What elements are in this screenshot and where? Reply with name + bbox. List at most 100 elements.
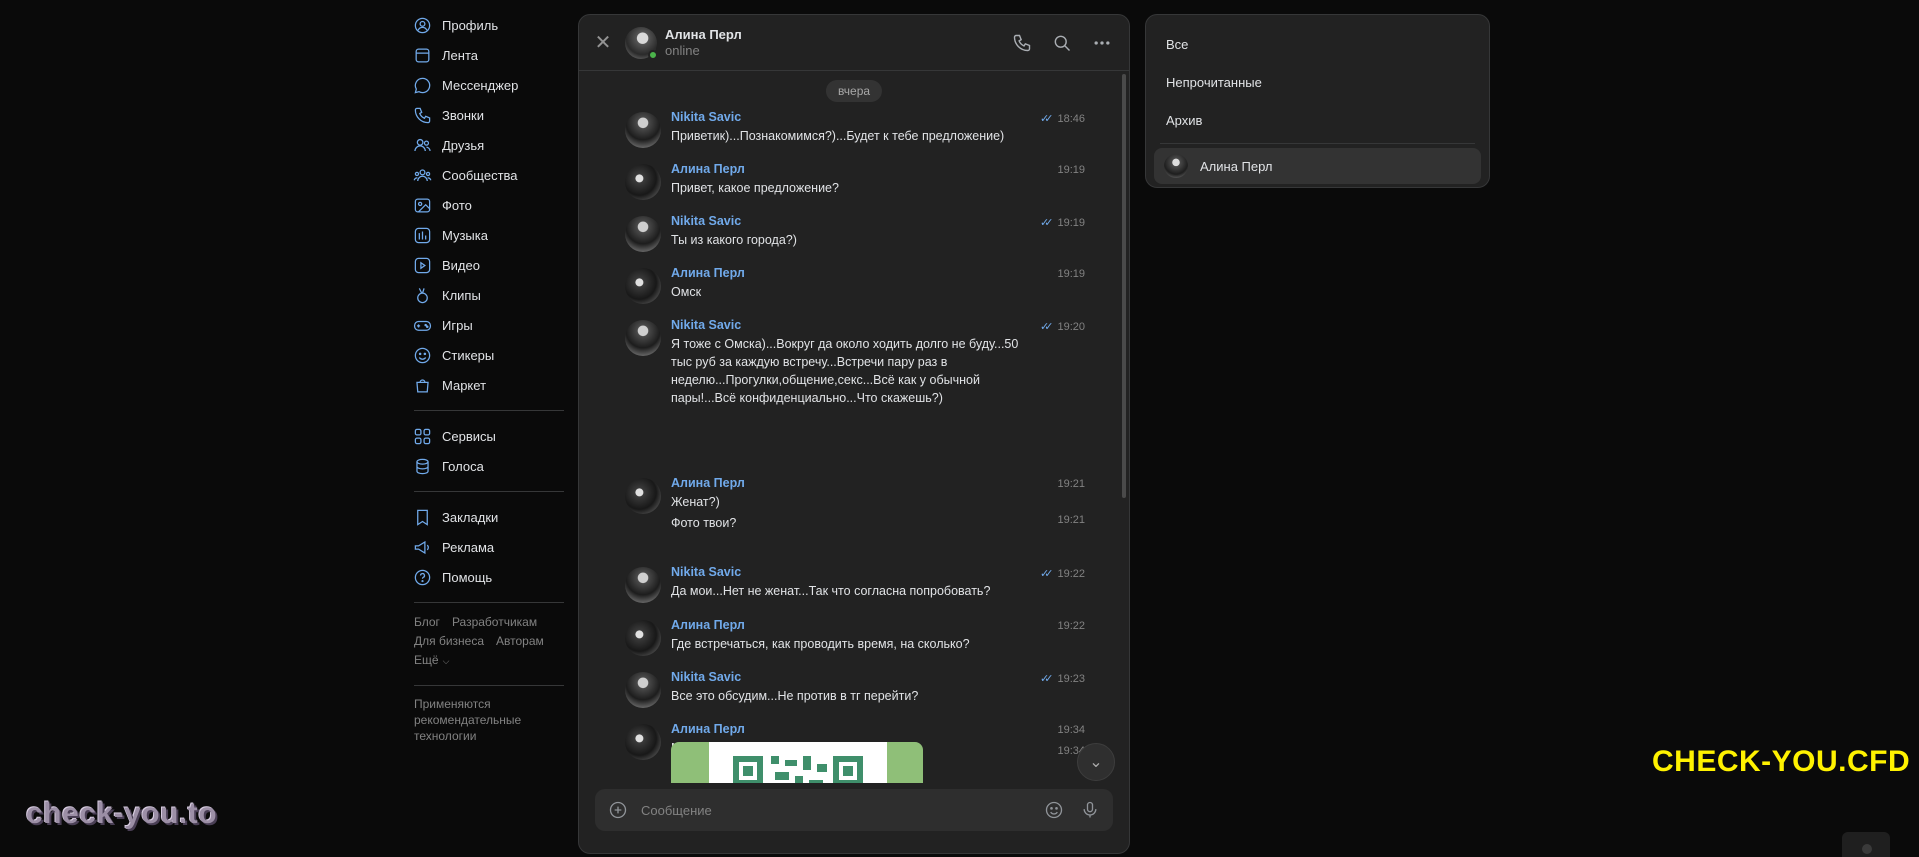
avatar[interactable] <box>625 567 661 603</box>
nav-item-photo[interactable]: Фото <box>412 190 572 220</box>
message[interactable]: Nikita Savic Приветик)...Познакомимся?)..… <box>625 110 1085 150</box>
message[interactable]: Алина Перл Женат?) 19:21 <box>625 476 1085 516</box>
avatar[interactable] <box>625 620 661 656</box>
message[interactable]: Nikita Savic Да мои...Нет не женат...Так … <box>625 565 1085 605</box>
authors-link[interactable]: Авторам <box>496 634 544 648</box>
nav-item-feed[interactable]: Лента <box>412 40 572 70</box>
avatar[interactable] <box>625 112 661 148</box>
photo-icon <box>412 195 432 215</box>
nav-item-profile[interactable]: Профиль <box>412 10 572 40</box>
nav-item-music[interactable]: Музыка <box>412 220 572 250</box>
message-author[interactable]: Nikita Savic <box>671 670 741 684</box>
scroll-down-button[interactable]: ⌄ <box>1077 743 1115 781</box>
nav-item-bookmark[interactable]: Закладки <box>412 502 572 532</box>
nav-item-communities[interactable]: Сообщества <box>412 160 572 190</box>
profile-icon <box>412 15 432 35</box>
message-author[interactable]: Nikita Savic <box>671 318 741 332</box>
attach-plus-icon[interactable] <box>605 797 631 823</box>
nav-item-market[interactable]: Маркет <box>412 370 572 400</box>
more-icon[interactable] <box>1089 30 1115 56</box>
developers-link[interactable]: Разработчикам <box>452 615 537 629</box>
header-actions <box>1009 30 1115 56</box>
close-icon[interactable]: ✕ <box>589 29 617 57</box>
message[interactable]: Алина Перл Привет, какое предложение? 19:1… <box>625 162 1085 202</box>
message-history[interactable]: вчера Nikita Savic Приветик)...Познакомим… <box>579 72 1129 783</box>
avatar <box>1164 154 1188 178</box>
conversation-item[interactable]: Алина Перл <box>1154 148 1481 184</box>
message-author[interactable]: Алина Перл <box>671 476 745 490</box>
nav-item-label: Маркет <box>442 377 487 393</box>
folder-item[interactable]: Все <box>1154 25 1481 63</box>
message[interactable]: Nikita Savic Ты из какого города?) ✓✓ 19:19 <box>625 214 1085 254</box>
message-text: Приветик)...Познакомимся?)...Будет к теб… <box>671 129 1005 143</box>
message-author[interactable]: Nikita Savic <box>671 110 741 124</box>
nav-item-messenger[interactable]: Мессенджер <box>412 70 572 100</box>
message-time: 19:34 <box>1057 724 1085 736</box>
message-time-label: 19:22 <box>1057 567 1085 580</box>
message-text: Фото твои? <box>671 516 737 530</box>
message[interactable]: Nikita Savic Все это обсудим...Не против … <box>625 670 1085 710</box>
message-author[interactable]: Алина Перл <box>671 722 745 736</box>
left-navigation: Профиль Лента Мессенджер Звонки Друзья Сообще… <box>412 10 572 744</box>
avatar[interactable] <box>625 26 658 60</box>
business-link[interactable]: Для бизнеса <box>414 634 484 648</box>
corner-button[interactable] <box>1842 832 1890 857</box>
nav-item-label: Стикеры <box>442 347 495 363</box>
avatar[interactable] <box>625 478 661 514</box>
message[interactable]: Nikita Savic Я тоже с Омска)...Вокруг да … <box>625 318 1085 405</box>
messenger-icon <box>412 75 432 95</box>
nav-item-services[interactable]: Сервисы <box>412 421 572 451</box>
nav-item-help[interactable]: Помощь <box>412 562 572 592</box>
microphone-icon[interactable] <box>1077 797 1103 823</box>
message-input[interactable] <box>641 802 1041 818</box>
message-time-label: 19:19 <box>1057 268 1085 280</box>
message-text: Женат?) <box>671 495 720 509</box>
more-link[interactable]: Ещё ⌵ <box>414 653 461 667</box>
conversation-name: Алина Перл <box>1200 158 1273 174</box>
nav-item-votes[interactable]: Голоса <box>412 451 572 481</box>
avatar[interactable] <box>625 320 661 356</box>
avatar[interactable] <box>625 164 661 200</box>
nav-item-clips[interactable]: Клипы <box>412 280 572 310</box>
emoji-icon[interactable] <box>1041 797 1067 823</box>
search-icon[interactable] <box>1049 30 1075 56</box>
message-author[interactable]: Алина Перл <box>671 266 745 280</box>
nav-item-friends[interactable]: Друзья <box>412 130 572 160</box>
message-author[interactable]: Nikita Savic <box>671 565 741 579</box>
music-icon <box>412 225 432 245</box>
nav-item-label: Видео <box>442 257 480 273</box>
nav-item-stickers[interactable]: Стикеры <box>412 340 572 370</box>
chat-title-block[interactable]: Алина Перл online <box>665 27 742 58</box>
blog-link[interactable]: Блог <box>414 615 440 629</box>
phone-icon[interactable] <box>1009 30 1035 56</box>
services-icon <box>412 426 432 446</box>
nav-item-phone[interactable]: Звонки <box>412 100 572 130</box>
nav-item-games[interactable]: Игры <box>412 310 572 340</box>
nav-item-video[interactable]: Видео <box>412 250 572 280</box>
scrollbar[interactable] <box>1122 74 1126 498</box>
nav-item-ads[interactable]: Реклама <box>412 532 572 562</box>
nav-item-label: Друзья <box>442 137 485 153</box>
market-icon <box>412 375 432 395</box>
message[interactable]: Алина Перл Омск 19:19 <box>625 266 1085 306</box>
watermark-left: check-you.to <box>26 797 218 830</box>
message-author[interactable]: Nikita Savic <box>671 214 741 228</box>
avatar[interactable] <box>625 268 661 304</box>
message-time: 19:22 <box>1057 620 1085 632</box>
avatar[interactable] <box>625 672 661 708</box>
bookmark-icon <box>412 507 432 527</box>
nav-item-label: Сервисы <box>442 428 496 444</box>
nav-divider <box>414 410 564 411</box>
footer-links: Блог Разработчикам Для бизнеса Авторам Ещё… <box>412 613 572 671</box>
message-author[interactable]: Алина Перл <box>671 618 745 632</box>
nav-item-label: Мессенджер <box>442 77 519 93</box>
message-author[interactable]: Алина Перл <box>671 162 745 176</box>
message[interactable]: Алина Перл Где встречаться, как проводить… <box>625 618 1085 658</box>
folder-item[interactable]: Архив <box>1154 101 1481 139</box>
nav-item-label: Реклама <box>442 539 495 555</box>
avatar[interactable] <box>625 216 661 252</box>
nav-item-label: Игры <box>442 317 473 333</box>
nav-item-label: Закладки <box>442 509 499 525</box>
message[interactable]: Фото твои? 19:21 <box>625 512 1085 552</box>
folder-item[interactable]: Непрочитанные <box>1154 63 1481 101</box>
